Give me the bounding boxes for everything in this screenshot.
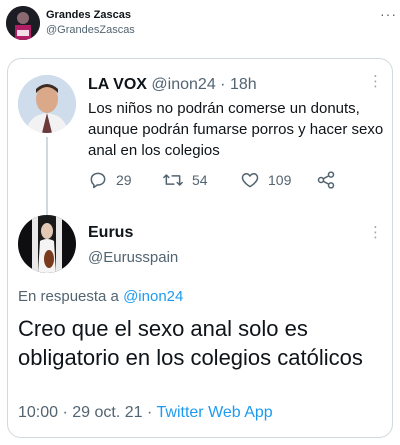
reply-context: En respuesta a @inon24 xyxy=(18,288,183,305)
avatar-la-vox[interactable] xyxy=(18,75,76,133)
tweet2-text: Creo que el sexo anal solo es obligatori… xyxy=(18,316,363,370)
tweet2-more-icon[interactable]: ⋮ xyxy=(368,223,383,241)
avatar-eurus[interactable] xyxy=(18,215,76,273)
outer-more-icon[interactable]: ··· xyxy=(380,6,397,22)
tweet1-display-name[interactable]: LA VOX xyxy=(88,76,147,93)
meta-separator-2: · xyxy=(147,404,153,421)
tweet1-separator: · xyxy=(220,76,226,93)
tweet2-meta: 10:00 · 29 oct. 21 · Twitter Web App xyxy=(18,404,273,422)
tweet2-display-name[interactable]: Eurus xyxy=(88,224,133,242)
tweet2-source-link[interactable]: Twitter Web App xyxy=(157,404,273,421)
reply-button[interactable]: 29 xyxy=(88,170,132,190)
tweet1-handle[interactable]: @inon24 xyxy=(151,76,215,93)
retweet-button[interactable]: 54 xyxy=(162,170,208,190)
like-icon xyxy=(241,173,259,188)
reply-count: 29 xyxy=(116,172,132,188)
tweet2-time[interactable]: 10:00 xyxy=(18,404,58,421)
like-count: 109 xyxy=(268,172,292,188)
reply-icon xyxy=(90,172,106,189)
tweet1-actions: 29 54 109 xyxy=(88,170,358,192)
share-button[interactable] xyxy=(316,170,336,190)
outer-handle[interactable]: @GrandesZascas xyxy=(46,24,135,36)
outer-display-name[interactable]: Grandes Zascas xyxy=(46,9,131,21)
retweet-icon xyxy=(163,174,183,186)
outer-tweet-header: Grandes Zascas @GrandesZascas ··· xyxy=(0,0,400,48)
like-button[interactable]: 109 xyxy=(240,170,291,190)
thread-connector-line xyxy=(46,137,48,215)
tweet1-header: LA VOX @inon24 · 18h xyxy=(88,76,257,94)
tweet2-date[interactable]: 29 oct. 21 xyxy=(72,404,142,421)
tweet1-more-icon[interactable]: ⋮ xyxy=(368,74,383,89)
retweet-count: 54 xyxy=(192,172,208,188)
reply-prefix: En respuesta a xyxy=(18,288,124,305)
reply-handle-link[interactable]: @inon24 xyxy=(123,288,183,305)
tweet1-time[interactable]: 18h xyxy=(230,76,257,93)
outer-avatar[interactable] xyxy=(6,6,40,40)
share-icon xyxy=(317,171,335,189)
meta-separator: · xyxy=(62,404,68,421)
tweet2-handle[interactable]: @Eurusspain xyxy=(88,249,178,266)
tweet1-text: Los niños no podrán comerse un donuts, a… xyxy=(88,100,384,159)
